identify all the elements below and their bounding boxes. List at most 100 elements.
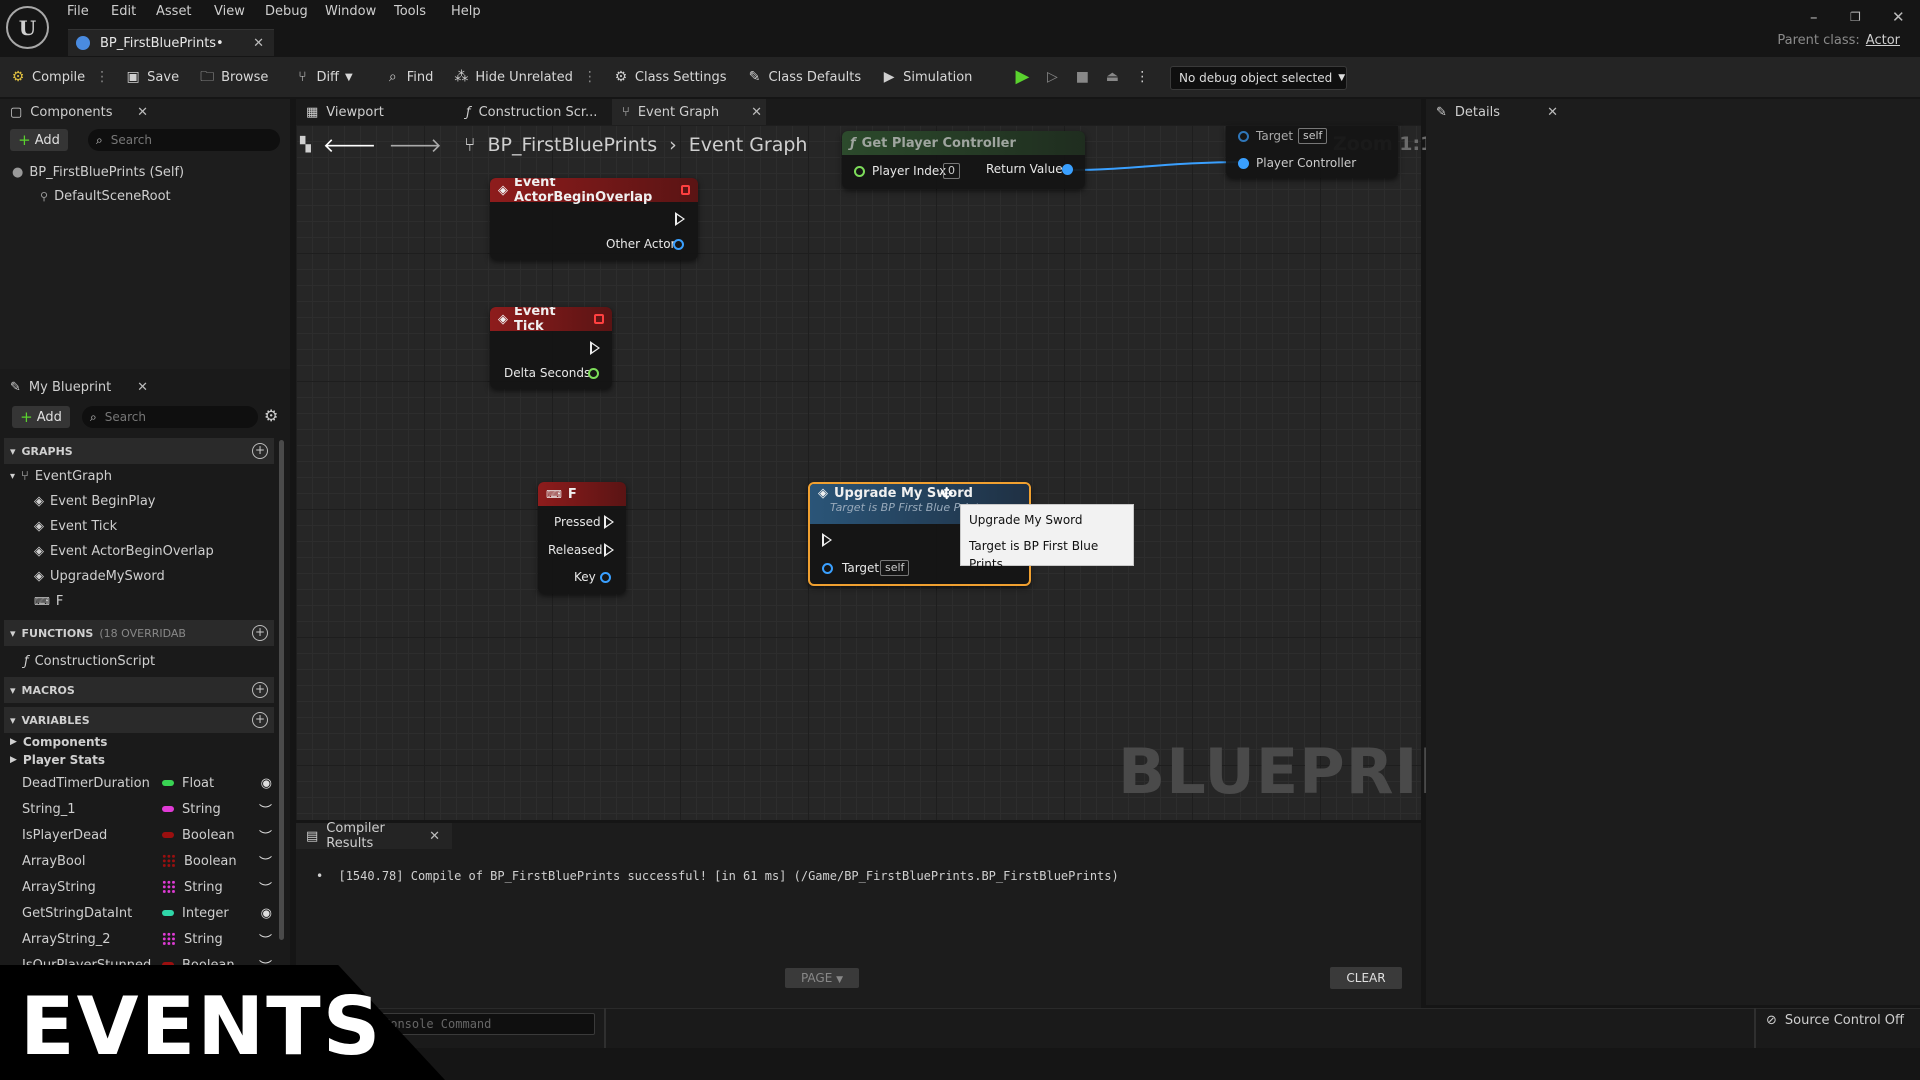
tab-viewport[interactable]: ▦ Viewport [296, 99, 446, 125]
variable-type[interactable]: Float [162, 776, 262, 791]
variable-row[interactable]: String_1 String ︶ [22, 797, 272, 821]
variable-row[interactable]: DeadTimerDuration Float ◉ [22, 771, 272, 795]
node-event-actor-begin-overlap[interactable]: ◈ Event ActorBeginOverlap Other Actor [490, 178, 698, 260]
eye-open-icon[interactable]: ◉ [261, 776, 272, 791]
pressed-exec-pin[interactable] [604, 515, 614, 529]
variable-type[interactable]: Boolean [162, 828, 262, 843]
close-icon[interactable]: ✕ [751, 105, 762, 120]
node-partial-player-controller[interactable]: Target self Player Controller [1226, 126, 1398, 178]
functions-section-header[interactable]: ▾ FUNCTIONS (18 OVERRIDAB + [4, 620, 274, 646]
diff-button[interactable]: ⑂ Diff ▼ [284, 57, 362, 97]
exec-out-pin[interactable] [590, 341, 600, 355]
menu-tools[interactable]: Tools [394, 4, 426, 19]
clear-button[interactable]: CLEAR [1330, 967, 1402, 989]
class-defaults-button[interactable]: ✎ Class Defaults [737, 57, 872, 97]
graph-item-key-f[interactable]: ⌨ F [34, 594, 63, 609]
function-item-construction-script[interactable]: ƒ ConstructionScript [24, 654, 155, 669]
variable-group-player-stats[interactable]: ▶ Player Stats [10, 753, 105, 767]
menu-asset[interactable]: Asset [156, 4, 192, 19]
compiler-results-tab[interactable]: ▤ Compiler Results ✕ [296, 821, 452, 851]
stop-icon[interactable]: ■ [1074, 69, 1090, 85]
eye-closed-icon[interactable]: ︶ [259, 878, 272, 897]
compile-button[interactable]: ⚙ Compile [0, 57, 95, 97]
menu-help[interactable]: Help [451, 4, 481, 19]
unreal-logo-icon[interactable]: U [6, 6, 49, 49]
node-get-player-controller[interactable]: ƒ Get Player Controller Player Index 0 R… [842, 131, 1085, 189]
hide-unrelated-button[interactable]: ⁂ Hide Unrelated [443, 57, 583, 97]
my-blueprint-add-button[interactable]: + Add [12, 406, 70, 428]
exec-out-pin[interactable] [675, 212, 685, 226]
graph-item-upgrade-my-sword[interactable]: ◈ UpgradeMySword [34, 569, 165, 584]
play-options-icon[interactable]: ⋮ [1134, 69, 1150, 85]
player-index-pin[interactable] [854, 166, 865, 177]
browse-button[interactable]: 🗀 Browse [189, 57, 278, 97]
restore-icon[interactable]: ❐ [1850, 10, 1861, 24]
close-icon[interactable]: ✕ [137, 105, 148, 120]
component-root[interactable]: ● BP_FirstBluePrints (Self) [12, 165, 184, 180]
other-actor-pin[interactable] [673, 239, 684, 250]
my-blueprint-search-input[interactable]: ⌕ Search [82, 406, 258, 428]
tab-event-graph[interactable]: ⑂ Event Graph ✕ [612, 99, 766, 125]
close-icon[interactable]: ✕ [253, 36, 264, 51]
variable-row[interactable]: ArrayString String ︶ [22, 875, 272, 899]
eye-closed-icon[interactable]: ︶ [259, 800, 272, 819]
released-exec-pin[interactable] [604, 543, 614, 557]
menu-view[interactable]: View [214, 4, 245, 19]
target-pin[interactable] [822, 563, 833, 574]
key-pin[interactable] [600, 572, 611, 583]
bookmark-icon[interactable]: ▚ [300, 137, 311, 153]
component-default-scene-root[interactable]: ⚲ DefaultSceneRoot [40, 189, 171, 204]
graph-item-tick[interactable]: ◈ Event Tick [34, 519, 117, 534]
close-icon[interactable]: ✕ [429, 829, 440, 844]
window-close-icon[interactable]: ✕ [1892, 8, 1905, 26]
back-arrow-icon[interactable]: 🡐 [323, 133, 377, 157]
variable-type[interactable]: String [162, 802, 262, 817]
step-icon[interactable]: ▷ [1044, 69, 1060, 85]
breadcrumb-blueprint[interactable]: BP_FirstBluePrints [487, 134, 657, 156]
left-panel-scrollbar[interactable] [279, 440, 284, 940]
menu-window[interactable]: Window [325, 4, 376, 19]
event-graph-canvas[interactable] [296, 125, 1421, 820]
eject-icon[interactable]: ⏏ [1104, 69, 1120, 85]
delta-seconds-pin[interactable] [588, 368, 599, 379]
return-value-pin[interactable] [1062, 164, 1073, 175]
compile-options-icon[interactable]: ⋮ [95, 67, 109, 87]
my-blueprint-tab[interactable]: ✎ My Blueprint ✕ [0, 374, 160, 400]
node-event-tick[interactable]: ◈ Event Tick Delta Seconds [490, 307, 612, 389]
graphs-section-header[interactable]: ▾ GRAPHS + [4, 438, 274, 464]
variable-type[interactable]: Integer [162, 906, 262, 921]
graph-item-begin-play[interactable]: ◈ Event BeginPlay [34, 494, 156, 509]
find-button[interactable]: ⌕ Find [375, 57, 444, 97]
variable-row[interactable]: ArrayBool Boolean ︶ [22, 849, 272, 873]
delegate-pin[interactable] [680, 185, 690, 195]
target-pin[interactable] [1238, 131, 1249, 142]
forward-arrow-icon[interactable]: 🡒 [388, 133, 442, 157]
graph-item-actor-begin-overlap[interactable]: ◈ Event ActorBeginOverlap [34, 544, 214, 559]
variable-type[interactable]: String [162, 880, 262, 895]
eye-closed-icon[interactable]: ︶ [259, 852, 272, 871]
variable-type[interactable]: Boolean [162, 854, 262, 869]
add-graph-icon[interactable]: + [252, 443, 268, 459]
variable-group-components[interactable]: ▶ Components [10, 735, 107, 749]
menu-debug[interactable]: Debug [265, 4, 308, 19]
close-icon[interactable]: ✕ [1547, 105, 1558, 120]
variable-type[interactable]: String [162, 932, 262, 947]
menu-edit[interactable]: Edit [111, 4, 136, 19]
breadcrumb-graph[interactable]: Event Graph [689, 134, 808, 156]
document-tab[interactable]: BP_FirstBluePrints• ✕ [68, 29, 274, 56]
tab-construction-script[interactable]: ƒ Construction Scr... [456, 99, 606, 125]
add-function-icon[interactable]: + [252, 625, 268, 641]
parent-class-link[interactable]: Actor [1866, 33, 1900, 48]
add-macro-icon[interactable]: + [252, 682, 268, 698]
delegate-pin[interactable] [594, 314, 604, 324]
variable-row[interactable]: GetStringDataInt Integer ◉ [22, 901, 272, 925]
simulation-button[interactable]: ▶ Simulation [871, 57, 982, 97]
player-controller-pin[interactable] [1238, 158, 1249, 169]
variables-section-header[interactable]: ▾ VARIABLES + [4, 707, 274, 733]
play-icon[interactable]: ▶ [1014, 68, 1030, 86]
page-button[interactable]: PAGE ▼ [785, 968, 859, 988]
components-tab[interactable]: ▢ Components ✕ [0, 99, 160, 125]
menu-file[interactable]: File [67, 4, 89, 19]
eye-closed-icon[interactable]: ︶ [259, 930, 272, 949]
eye-closed-icon[interactable]: ︶ [259, 826, 272, 845]
